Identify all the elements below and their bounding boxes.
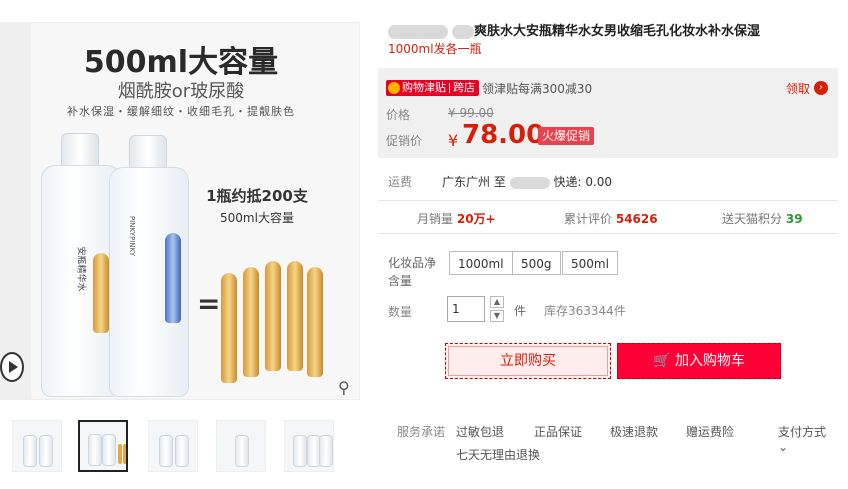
service-item[interactable]: 赠运费险 — [686, 423, 734, 440]
add-to-cart-label: 加入购物车 — [674, 353, 745, 369]
ampoule-3 — [265, 261, 281, 371]
redacted-destination — [509, 176, 550, 189]
thumbnail-5[interactable] — [284, 420, 334, 472]
thumbnail-4[interactable] — [216, 420, 266, 472]
redacted-text — [452, 24, 474, 39]
spec-option-500g[interactable]: 500g — [512, 251, 561, 275]
image-claim-sub: 500ml大容量 — [220, 211, 294, 225]
image-subheadline: 烟酰胺or玻尿酸 — [117, 81, 245, 102]
image-benefits: 补水保湿・缓解细纹・收细毛孔・提靓肤色 — [67, 105, 295, 118]
spec-label: 化妆品净含量 — [388, 256, 437, 288]
chevron-right-icon[interactable]: › — [814, 81, 828, 95]
image-left-strip — [1, 23, 31, 399]
cart-icon: 🛒 — [653, 353, 671, 369]
coupon-tag-label: 购物津贴 — [402, 81, 446, 94]
bottle-ampoule-gold — [93, 253, 109, 333]
quantity-input[interactable]: 1 — [447, 296, 485, 322]
ampoule-4 — [287, 261, 303, 371]
service-item[interactable]: 七天无理由退换 — [456, 446, 540, 463]
chevron-down-icon[interactable]: ⌄ — [778, 440, 788, 454]
shipping-info[interactable]: 广东广州 至 快递: 0.00 — [442, 173, 612, 190]
quantity-decrease-icon[interactable]: ▼ — [490, 310, 504, 322]
thumbnail-3[interactable] — [148, 420, 198, 472]
promo-panel: 购物津贴 跨店 领津贴每满300减30 领取 › 价格 ¥ 99.00 促销价 ¥… — [378, 68, 838, 158]
image-claim: 1瓶约抵200支 — [206, 187, 308, 205]
ampoule-1 — [221, 273, 237, 383]
add-to-cart-button[interactable]: 🛒 加入购物车 — [617, 343, 781, 379]
coupon-text: 领津贴每满300减30 — [482, 82, 593, 96]
coupon-tag: 购物津贴 跨店 — [386, 80, 479, 96]
original-price: ¥ 99.00 — [448, 106, 494, 120]
buy-now-button[interactable]: 立即购买 — [445, 343, 611, 379]
service-label: 服务承诺 — [397, 425, 446, 439]
bottle-cap-right — [129, 135, 167, 171]
quantity-unit: 件 — [514, 304, 527, 318]
bottle-ampoule-blue — [165, 233, 181, 323]
bottle-cap-left — [61, 133, 99, 169]
hot-sale-badge: 火爆促销 — [538, 127, 595, 145]
coupon-tag-label-2: 跨店 — [453, 81, 475, 94]
claim-coupon-link[interactable]: 领取 — [786, 80, 810, 97]
service-item[interactable]: 正品保证 — [534, 423, 582, 440]
stock-count: 库存363344件 — [544, 304, 626, 318]
thumbnail-1[interactable] — [12, 420, 62, 472]
tmall-points: 送天猫积分 39 — [722, 212, 803, 226]
coupon-coin-icon — [388, 82, 400, 94]
price-label: 价格 — [386, 108, 411, 122]
product-title: 爽肤水大安瓶精华水女男收缩毛孔化妆水补水保湿 — [388, 20, 760, 39]
service-item[interactable]: 极速退款 — [610, 423, 658, 440]
divider — [378, 200, 838, 201]
thumbnail-2[interactable] — [78, 420, 128, 472]
divider — [378, 233, 838, 234]
review-count[interactable]: 累计评价 54626 — [564, 210, 658, 227]
currency-symbol: ¥ — [448, 131, 459, 150]
image-equals-sign: = — [197, 287, 221, 320]
product-subtitle: 1000ml发各一瓶 — [388, 42, 482, 56]
coupon-tag-separator — [449, 83, 450, 93]
bottle-label-left: 安瓶精华水 — [75, 246, 86, 292]
redacted-text — [388, 24, 448, 39]
image-headline: 500ml大容量 — [83, 45, 279, 80]
ampoule-2 — [243, 267, 259, 377]
video-play-icon[interactable] — [0, 352, 24, 382]
shipping-label: 运费 — [388, 175, 413, 189]
payment-methods[interactable]: 支付方式 — [778, 423, 826, 440]
quantity-increase-icon[interactable]: ▲ — [490, 296, 504, 308]
service-item[interactable]: 过敏包退 — [456, 423, 504, 440]
shipping-fee: 快递: 0.00 — [553, 175, 613, 189]
shipping-origin: 广东广州 至 — [442, 175, 506, 189]
monthly-sales: 月销量 20万+ — [417, 212, 496, 226]
spec-option-1000ml[interactable]: 1000ml — [449, 251, 513, 275]
product-title-text: 爽肤水大安瓶精华水女男收缩毛孔化妆水补水保湿 — [474, 24, 761, 39]
ampoule-5 — [307, 267, 323, 377]
promo-price-label: 促销价 — [386, 134, 423, 148]
bottle-brand: PINKYPINKY — [128, 215, 137, 257]
zoom-magnifier-icon[interactable]: ⚲ — [338, 378, 350, 397]
sale-price: 78.00 — [462, 120, 545, 150]
spec-option-500ml[interactable]: 500ml — [562, 251, 618, 275]
quantity-label: 数量 — [388, 305, 413, 319]
main-product-image[interactable]: 500ml大容量 烟酰胺or玻尿酸 补水保湿・缓解细纹・收细毛孔・提靓肤色 1瓶… — [0, 22, 360, 400]
